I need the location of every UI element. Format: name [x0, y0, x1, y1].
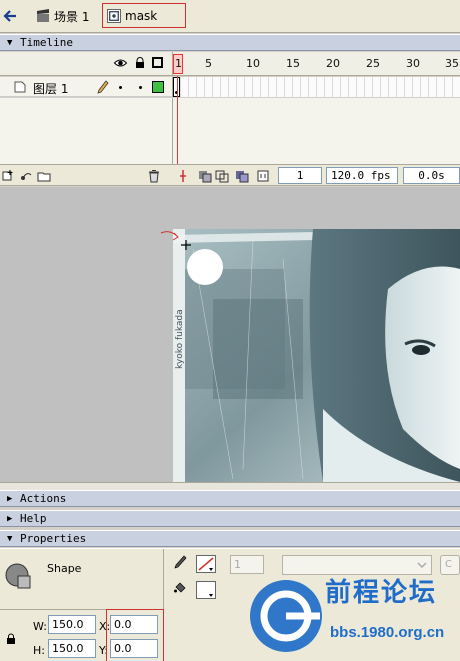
- ruler-number: 35: [445, 57, 459, 70]
- scene-breadcrumb[interactable]: 场景 1: [36, 5, 89, 27]
- pencil-icon: [97, 80, 109, 94]
- layer-color-box[interactable]: [152, 81, 164, 93]
- ruler-number: 20: [326, 57, 340, 70]
- photo-image: kyoko fukada: [173, 229, 460, 482]
- photo-caption: kyoko fukada: [175, 309, 185, 369]
- outline-toggle-icon[interactable]: [152, 57, 163, 68]
- onion-skin-outlines-icon[interactable]: [215, 169, 229, 183]
- frame-rate-field[interactable]: 120.0 fps: [326, 167, 398, 184]
- actions-title: Actions: [20, 492, 67, 505]
- constrain-lock-icon[interactable]: [6, 633, 16, 645]
- lock-dot[interactable]: [139, 86, 142, 89]
- elapsed-time-field: 0.0s: [403, 167, 460, 184]
- timeline-panel-header[interactable]: ▼ Timeline: [0, 34, 460, 51]
- layer-column-header: [0, 52, 172, 76]
- scene-bar: 场景 1 mask: [0, 0, 460, 33]
- fill-color-swatch[interactable]: [196, 581, 216, 599]
- delete-layer-icon[interactable]: [147, 169, 161, 183]
- fill-bucket-icon: [174, 582, 186, 593]
- expand-triangle-icon: ▶: [7, 514, 13, 524]
- layer-name[interactable]: 图层 1: [33, 80, 68, 97]
- collapse-triangle-icon: ▼: [7, 38, 13, 48]
- stage-area[interactable]: kyoko fukada: [0, 187, 460, 482]
- watermark-title: 前程论坛: [325, 578, 438, 608]
- layer-page-icon: [14, 81, 26, 93]
- watermark-url: bbs.1980.org.cn: [330, 624, 445, 641]
- xy-highlight-box: [106, 609, 164, 661]
- stroke-color-swatch[interactable]: [196, 555, 216, 573]
- ruler-number: 25: [366, 57, 380, 70]
- shape-thumbnail-icon: [5, 563, 31, 589]
- insert-layer-icon[interactable]: [1, 169, 15, 183]
- symbol-label: mask: [125, 8, 158, 23]
- scene-label: 场景 1: [54, 9, 90, 24]
- ruler-number: 10: [246, 57, 260, 70]
- onion-skin-icon[interactable]: [198, 169, 212, 183]
- properties-panel-header[interactable]: ▼ Properties: [0, 530, 460, 547]
- collapse-triangle-icon: ▼: [7, 534, 13, 544]
- help-title: Help: [20, 512, 47, 525]
- edit-multiple-frames-icon[interactable]: [235, 169, 249, 183]
- add-motion-guide-icon[interactable]: [19, 169, 33, 183]
- layer-list-empty: [0, 98, 172, 164]
- eye-icon[interactable]: [113, 57, 128, 69]
- height-label: H:: [33, 644, 45, 657]
- ruler-number: 5: [205, 57, 212, 70]
- width-label: W:: [33, 620, 47, 633]
- stage-photo[interactable]: kyoko fukada: [173, 229, 460, 482]
- current-frame-field: 1: [278, 167, 322, 184]
- actions-panel-header[interactable]: ▶ Actions: [0, 490, 460, 507]
- height-field[interactable]: 150.0: [48, 639, 96, 658]
- insert-folder-icon[interactable]: [37, 169, 51, 183]
- visibility-dot[interactable]: [119, 86, 122, 89]
- timeline-footer: 1 120.0 fps 0.0s: [0, 164, 460, 186]
- symbol-breadcrumb[interactable]: mask: [102, 3, 187, 28]
- frame-row[interactable]: [172, 77, 460, 97]
- ruler-number: 1: [175, 57, 182, 70]
- lock-icon[interactable]: [134, 57, 146, 69]
- timeline-title: Timeline: [20, 36, 73, 49]
- center-frame-icon[interactable]: [176, 169, 190, 183]
- selection-type-label: Shape: [47, 562, 82, 575]
- cursor-arrow-icon: [160, 231, 191, 250]
- clapperboard-icon: [37, 9, 49, 22]
- expand-triangle-icon: ▶: [7, 494, 13, 504]
- circle-shape[interactable]: [187, 249, 223, 285]
- modify-onion-markers-icon[interactable]: [256, 169, 270, 183]
- stroke-color-pencil-icon: [174, 555, 187, 569]
- dropdown-corner-icon: [209, 594, 213, 597]
- ruler-number: 15: [286, 57, 300, 70]
- help-panel-header[interactable]: ▶ Help: [0, 510, 460, 527]
- ruler-number: 30: [406, 57, 420, 70]
- stage-scrollbar[interactable]: [0, 482, 460, 490]
- no-color-slash-icon: [198, 557, 214, 571]
- layer-row[interactable]: 图层 1: [0, 77, 172, 97]
- frame-area-empty: [172, 98, 460, 164]
- back-arrow-icon[interactable]: [2, 8, 18, 24]
- width-field[interactable]: 150.0: [48, 615, 96, 634]
- movie-clip-icon: [107, 8, 121, 23]
- frame-ruler[interactable]: 1 5 10 15 20 25 30 35: [172, 52, 460, 76]
- properties-title: Properties: [20, 532, 87, 545]
